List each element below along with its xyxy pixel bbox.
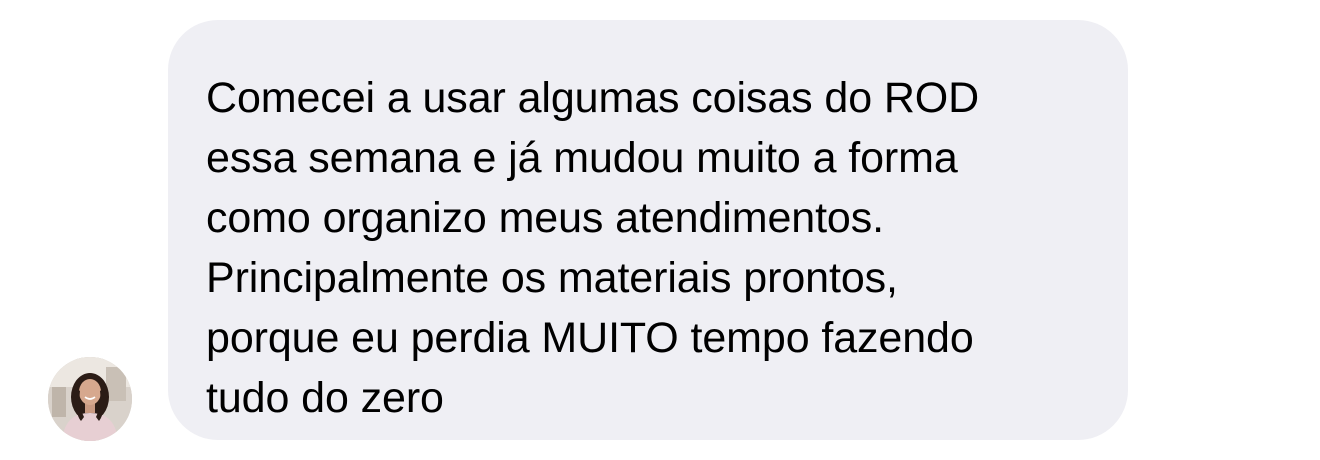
- sender-avatar[interactable]: [48, 357, 132, 441]
- chat-screen: Comecei a usar algumas coisas do ROD ess…: [0, 0, 1320, 460]
- profile-photo-icon: [48, 357, 132, 441]
- incoming-message-row: Comecei a usar algumas coisas do ROD ess…: [0, 0, 1320, 460]
- message-text: Comecei a usar algumas coisas do ROD ess…: [206, 74, 980, 422]
- message-bubble[interactable]: Comecei a usar algumas coisas do ROD ess…: [168, 20, 1128, 440]
